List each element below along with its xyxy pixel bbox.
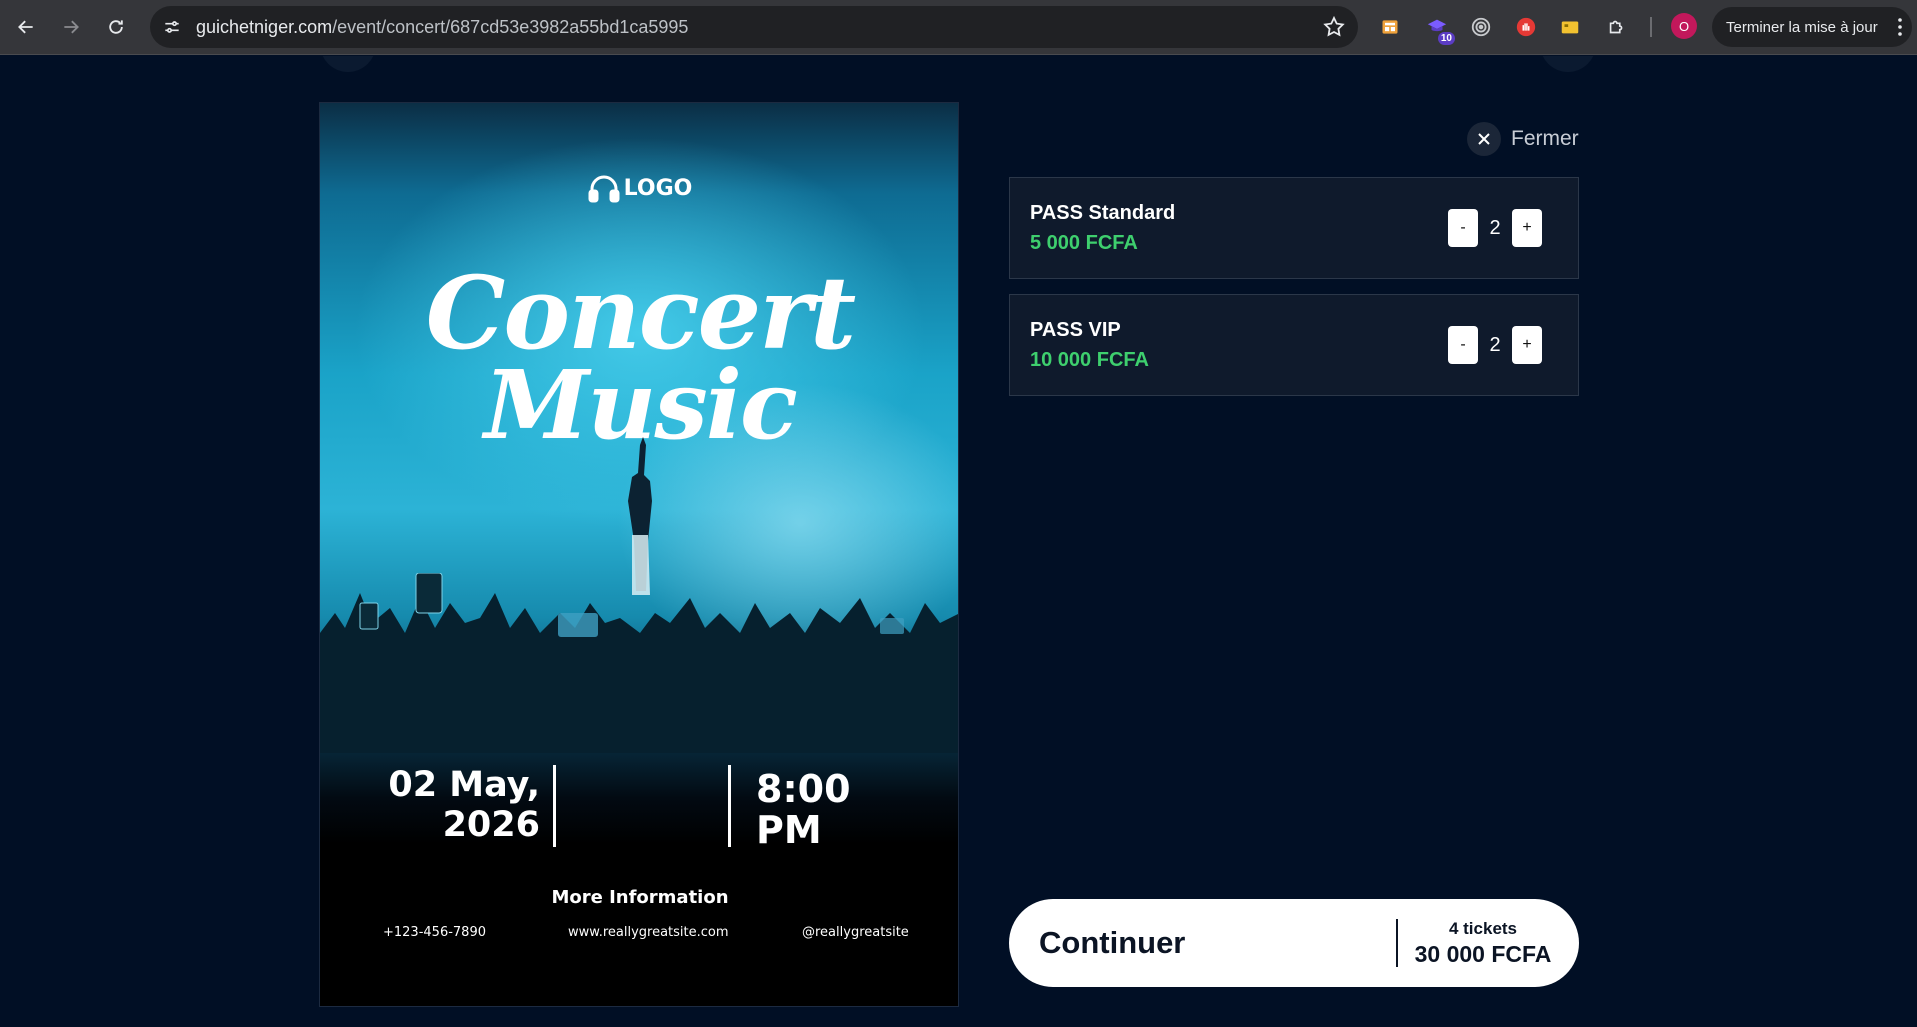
extension-target-icon[interactable] xyxy=(1467,13,1495,41)
address-bar[interactable]: guichetniger.com/event/concert/687cd53e3… xyxy=(150,6,1358,48)
bookmark-star-icon[interactable] xyxy=(1322,15,1346,39)
extension-layout-icon[interactable] xyxy=(1376,13,1404,41)
poster-title-line1: Concert xyxy=(425,254,856,372)
extension-card-icon[interactable] xyxy=(1556,13,1584,41)
arrow-left-icon xyxy=(18,20,33,34)
ticket-name: PASS Standard xyxy=(1030,202,1176,224)
reload-button[interactable] xyxy=(94,5,138,49)
poster-time-line2: PM xyxy=(756,807,822,852)
poster-phone: +123-456-7890 xyxy=(383,925,486,940)
site-info-icon[interactable] xyxy=(154,9,190,45)
continue-button[interactable]: Continuer 4 tickets 30 000 FCFA xyxy=(1009,899,1579,987)
toolbar-divider xyxy=(1650,17,1652,37)
ticket-card-vip: PASS VIP 10 000 FCFA - 2 + xyxy=(1009,294,1579,396)
ticket-card-standard: PASS Standard 5 000 FCFA - 2 + xyxy=(1009,177,1579,279)
increment-button[interactable]: + xyxy=(1512,326,1542,364)
event-poster: LOGO Concert Music 02 May, 2026 8:00 PM … xyxy=(319,102,959,1007)
quantity-stepper: - 2 + xyxy=(1448,326,1542,364)
extension-graduation-icon[interactable]: 10 xyxy=(1423,13,1455,45)
quantity-stepper: - 2 + xyxy=(1448,209,1542,247)
close-label[interactable]: Fermer xyxy=(1511,127,1579,151)
url-path: /event/concert/687cd53e3982a55bd1ca5995 xyxy=(332,16,689,37)
close-button[interactable] xyxy=(1467,122,1501,156)
close-control[interactable]: Fermer xyxy=(1467,122,1579,156)
continue-label: Continuer xyxy=(1039,925,1186,960)
ticket-count: 4 tickets xyxy=(1448,919,1518,938)
close-icon xyxy=(1478,133,1490,145)
poster-divider-right xyxy=(728,765,731,847)
url-host: guichetniger.com xyxy=(196,16,333,37)
poster-logo: LOGO xyxy=(320,173,958,203)
update-label: Terminer la mise à jour xyxy=(1726,18,1878,36)
headphones-icon xyxy=(588,175,620,203)
decrement-button[interactable]: - xyxy=(1448,326,1478,364)
arrow-right-icon xyxy=(64,20,79,34)
poster-website: www.reallygreatsite.com xyxy=(568,925,729,940)
next-arrow-button[interactable] xyxy=(1540,56,1596,72)
extensions-puzzle-icon[interactable] xyxy=(1603,13,1631,41)
poster-social: @reallygreatsite xyxy=(802,925,909,940)
poster-logo-text: LOGO xyxy=(623,175,693,201)
event-page: LOGO Concert Music 02 May, 2026 8:00 PM … xyxy=(0,56,1917,1027)
poster-time: 8:00 PM xyxy=(756,769,851,850)
quantity-value: 2 xyxy=(1489,216,1501,239)
extension-badge: 10 xyxy=(1437,32,1455,45)
profile-avatar[interactable]: O xyxy=(1671,13,1697,39)
continue-divider xyxy=(1396,919,1398,967)
more-vert-icon xyxy=(1898,18,1902,36)
extension-hand-icon[interactable] xyxy=(1512,13,1540,41)
browser-toolbar: guichetniger.com/event/concert/687cd53e3… xyxy=(0,0,1917,55)
url-text[interactable]: guichetniger.com/event/concert/687cd53e3… xyxy=(196,17,688,38)
back-button[interactable] xyxy=(4,5,48,49)
update-browser-button[interactable]: Terminer la mise à jour xyxy=(1712,7,1912,47)
reload-icon xyxy=(109,20,123,34)
quantity-value: 2 xyxy=(1489,333,1501,356)
poster-date-line1: 02 May, xyxy=(388,765,540,805)
order-total: 30 000 FCFA xyxy=(1414,941,1552,967)
decrement-button[interactable]: - xyxy=(1448,209,1478,247)
poster-more-info: More Information xyxy=(551,887,729,908)
crowd-silhouette xyxy=(320,573,958,753)
forward-button[interactable] xyxy=(49,5,93,49)
ticket-price: 5 000 FCFA xyxy=(1030,232,1138,254)
poster-date: 02 May, 2026 xyxy=(380,765,540,846)
ticket-name: PASS VIP xyxy=(1030,319,1121,341)
poster-divider-left xyxy=(553,765,556,847)
prev-arrow-button[interactable] xyxy=(320,56,376,72)
poster-date-line2: 2026 xyxy=(442,805,540,846)
ticket-price: 10 000 FCFA xyxy=(1030,349,1149,371)
increment-button[interactable]: + xyxy=(1512,209,1542,247)
poster-time-line1: 8:00 xyxy=(756,767,851,811)
